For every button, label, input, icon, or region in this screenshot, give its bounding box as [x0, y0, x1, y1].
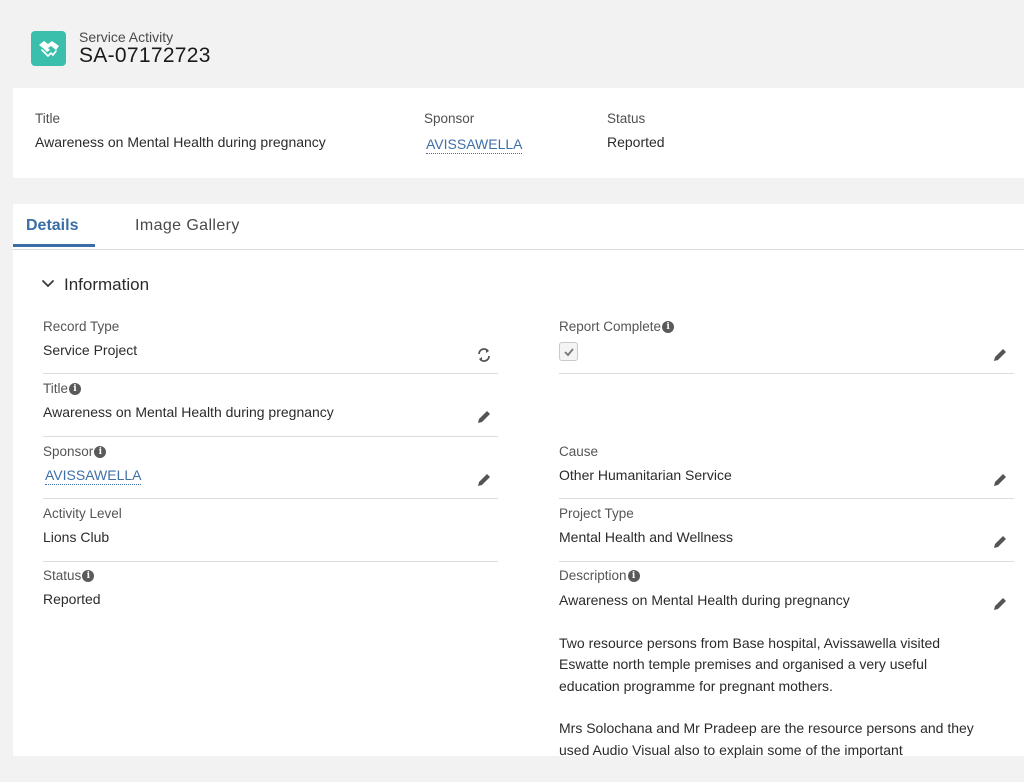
- description-paragraph: Two resource persons from Base hospital,…: [559, 634, 941, 694]
- info-icon[interactable]: i: [82, 569, 95, 582]
- title-label: Title: [43, 381, 69, 396]
- activity-level-value: Lions Club: [43, 529, 110, 545]
- info-icon[interactable]: i: [69, 382, 82, 395]
- divider: [43, 373, 498, 374]
- highlights-panel: Title Awareness on Mental Health during …: [13, 88, 1024, 178]
- object-type-label: Service Activity: [79, 29, 174, 45]
- divider: [43, 498, 498, 499]
- divider: [43, 436, 498, 437]
- description-paragraph: Awareness on Mental Health during pregna…: [559, 592, 850, 608]
- tab-image-gallery[interactable]: Image Gallery: [135, 217, 240, 235]
- details-card: Details Image Gallery Information Record…: [13, 204, 1024, 758]
- chevron-down-icon[interactable]: [40, 275, 56, 291]
- activity-level-label: Activity Level: [43, 506, 122, 521]
- description-label: Description: [559, 568, 627, 583]
- report-complete-label: Report Complete: [559, 319, 662, 334]
- record-type-label: Record Type: [43, 319, 120, 334]
- project-type-value: Mental Health and Wellness: [559, 529, 734, 545]
- info-icon[interactable]: i: [662, 320, 675, 333]
- record-header: Service Activity SA-07172723: [0, 0, 1024, 88]
- cause-value: Other Humanitarian Service: [559, 467, 732, 483]
- highlight-title-value: Awareness on Mental Health during pregna…: [35, 134, 326, 150]
- change-record-type-icon[interactable]: [476, 347, 492, 363]
- edit-project-type-pencil-icon[interactable]: [992, 534, 1008, 550]
- info-icon[interactable]: i: [94, 445, 107, 458]
- cause-label: Cause: [559, 444, 599, 459]
- sponsor-link[interactable]: AVISSAWELLA: [45, 467, 142, 485]
- status-value: Reported: [43, 591, 101, 607]
- edit-title-pencil-icon[interactable]: [476, 409, 492, 425]
- handshake-icon: [31, 31, 66, 66]
- edit-description-pencil-icon[interactable]: [992, 596, 1008, 612]
- highlight-status-value: Reported: [607, 134, 665, 150]
- divider: [43, 561, 498, 562]
- info-icon[interactable]: i: [627, 569, 640, 582]
- tab-bar: Details Image Gallery: [13, 204, 1024, 250]
- highlight-title-label: Title: [35, 111, 61, 126]
- sponsor-label: Sponsor: [43, 444, 94, 459]
- divider: [559, 498, 1014, 499]
- edit-report-complete-pencil-icon[interactable]: [992, 347, 1008, 363]
- status-label: Status: [43, 568, 82, 583]
- highlight-status-label: Status: [607, 111, 646, 126]
- description-paragraph: Mrs Solochana and Mr Pradeep are the res…: [559, 720, 974, 758]
- project-type-label: Project Type: [559, 506, 634, 521]
- divider: [559, 561, 1014, 562]
- report-complete-checkbox: [559, 342, 578, 361]
- record-name: SA-07172723: [79, 44, 211, 67]
- active-tab-indicator: [13, 244, 95, 247]
- highlight-sponsor-label: Sponsor: [424, 111, 475, 126]
- edit-cause-pencil-icon[interactable]: [992, 472, 1008, 488]
- section-title: Information: [64, 275, 150, 294]
- title-value: Awareness on Mental Health during pregna…: [43, 404, 334, 420]
- divider: [559, 373, 1014, 374]
- tab-details[interactable]: Details: [26, 217, 78, 235]
- edit-sponsor-pencil-icon[interactable]: [476, 472, 492, 488]
- checkmark-icon: [563, 347, 574, 356]
- record-type-value: Service Project: [43, 342, 138, 358]
- description-value: Awareness on Mental Health during pregna…: [559, 590, 979, 782]
- highlight-sponsor-link[interactable]: AVISSAWELLA: [426, 136, 523, 154]
